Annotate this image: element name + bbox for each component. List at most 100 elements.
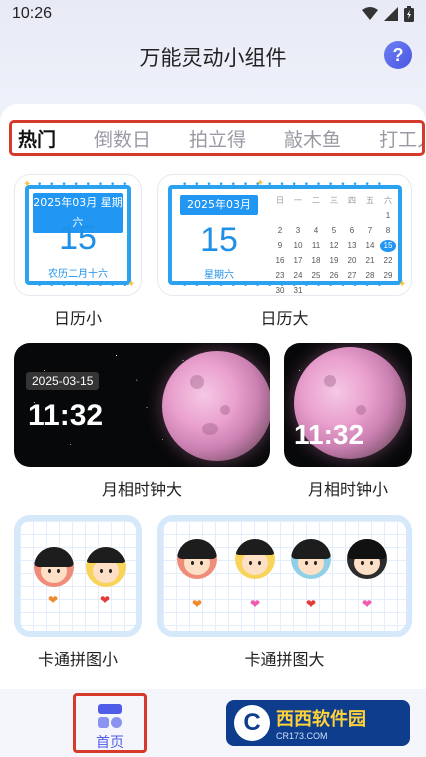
calendar-date: 14	[365, 241, 375, 250]
calendar-header: 2025年03月	[180, 195, 258, 215]
nav-home[interactable]: 首页	[73, 693, 147, 753]
moon-crater	[324, 375, 336, 387]
calendar-date: 17	[293, 256, 303, 265]
sparkle-icon: ✦	[23, 179, 32, 190]
calendar-day: 15	[200, 221, 238, 259]
moon-crater	[356, 405, 366, 415]
calendar-dots: • • • • • • • •	[37, 281, 130, 291]
calendar-date: 21	[365, 256, 375, 265]
tab-label: 拍立得	[189, 128, 247, 151]
calendar-date: 28	[365, 271, 375, 280]
watermark-logo: C 西西软件园 CR173.COM	[226, 700, 410, 746]
calendar-date	[272, 210, 288, 222]
tab-wooden-fish[interactable]: 敲木鱼	[284, 125, 341, 152]
widget-label: 卡通拼图大	[244, 650, 325, 669]
tab-label: 热门	[18, 128, 57, 151]
signal-icon	[384, 7, 398, 21]
moon-date: 2025-03-15	[26, 372, 100, 390]
calendar-day: 15	[59, 219, 97, 257]
tab-label: 敲木鱼	[284, 128, 342, 151]
cartoon-face-girl	[86, 547, 126, 587]
cartoon-face-boy-2	[291, 539, 331, 579]
calendar-date	[308, 285, 324, 295]
calendar-date	[290, 210, 306, 222]
battery-icon	[404, 6, 414, 22]
sparkle-icon: ✦	[398, 279, 407, 290]
help-button[interactable]: ?	[384, 41, 412, 69]
tab-worker[interactable]: 打工人	[379, 125, 422, 152]
calendar-date	[380, 285, 396, 295]
calendar-date	[362, 210, 378, 222]
widget-moon-clock-small[interactable]: 11:32	[284, 343, 412, 467]
calendar-weekday: 星期六	[204, 270, 234, 281]
widget-cartoon-large[interactable]: ❤ ❤ ❤ ❤	[157, 515, 412, 637]
calendar-date: 4	[313, 226, 319, 235]
calendar-dots: • • • • • • • • • • • • • • • • •	[182, 180, 385, 190]
widget-label: 月相时钟小	[307, 480, 388, 499]
calendar-dots: • • • • • • • •	[37, 180, 130, 190]
active-tab-indicator	[28, 154, 54, 157]
widget-calendar-small[interactable]: • • • • • • • • • • • • • • • • ✦ ✦ 2025…	[14, 174, 142, 296]
pink-heart-icon: ❤	[250, 597, 261, 611]
calendar-date: 29	[383, 271, 393, 280]
tab-countdown[interactable]: 倒数日	[94, 125, 151, 152]
calendar-date	[362, 285, 378, 295]
calendar-date: 20	[347, 256, 357, 265]
calendar-date: 30	[275, 286, 285, 295]
orange-heart-icon: ❤	[48, 593, 59, 607]
watermark-brand: 西西软件园	[276, 709, 366, 730]
widget-cartoon-small[interactable]: ❤ ❤	[14, 515, 142, 637]
nav-home-label: 首页	[96, 735, 124, 751]
calendar-date: 13	[347, 241, 357, 250]
calendar-date: 12	[329, 241, 339, 250]
calendar-date: 1	[385, 211, 391, 220]
moon-time: 11:32	[294, 419, 365, 450]
calendar-date: 8	[385, 226, 391, 235]
widget-calendar-large[interactable]: • • • • • • • • • • • • • • • • • • • • …	[157, 174, 412, 296]
widget-moon-clock-large[interactable]: 2025-03-15 11:32	[14, 343, 270, 467]
widget-label: 日历小	[53, 309, 102, 328]
moon-crater	[220, 405, 230, 415]
cartoon-face-boy	[177, 539, 217, 579]
tab-label: 倒数日	[94, 128, 152, 151]
sparkle-icon: ✦	[256, 178, 265, 189]
calendar-date	[326, 210, 342, 222]
question-icon: ?	[392, 44, 404, 65]
calendar-date: 22	[383, 256, 393, 265]
moon-image	[162, 351, 270, 461]
calendar-date: 26	[329, 271, 339, 280]
category-tabs: 热门 倒数日 拍立得 敲木鱼 打工人	[9, 120, 425, 156]
watermark-url: CR173.COM	[276, 731, 328, 741]
calendar-weekday-header: 三	[330, 196, 338, 205]
cartoon-face-girl-2	[347, 539, 387, 579]
status-icons	[362, 6, 414, 22]
tab-polaroid[interactable]: 拍立得	[189, 125, 246, 152]
calendar-weekday-header: 四	[348, 196, 356, 205]
calendar-weekday-header: 五	[366, 196, 374, 205]
red-heart-icon: ❤	[306, 597, 317, 611]
calendar-date: 31	[293, 286, 303, 295]
moon-time: 11:32	[28, 399, 104, 432]
tab-label: 打工人	[379, 128, 422, 151]
calendar-lunar: 农历二月十六	[48, 269, 108, 280]
calendar-date: 7	[367, 226, 373, 235]
page-title: 万能灵动小组件	[139, 46, 287, 70]
calendar-date: 24	[293, 271, 303, 280]
red-heart-icon: ❤	[100, 593, 111, 607]
calendar-date: 9	[277, 241, 283, 250]
calendar-date: 18	[311, 256, 321, 265]
calendar-date: 23	[275, 271, 285, 280]
watermark-logo-icon: C	[234, 705, 270, 741]
calendar-today: 15	[380, 240, 396, 252]
moon-crater	[190, 375, 204, 389]
status-time: 10:26	[12, 5, 53, 22]
status-bar: 10:26	[0, 0, 426, 30]
calendar-date	[344, 285, 360, 295]
pink-heart-icon: ❤	[362, 597, 373, 611]
tab-hot[interactable]: 热门	[18, 125, 56, 152]
widget-label: 日历大	[260, 309, 309, 328]
calendar-date	[326, 285, 342, 295]
calendar-date: 2	[277, 226, 283, 235]
sparkle-icon: ✦	[127, 279, 136, 290]
orange-heart-icon: ❤	[192, 597, 203, 611]
